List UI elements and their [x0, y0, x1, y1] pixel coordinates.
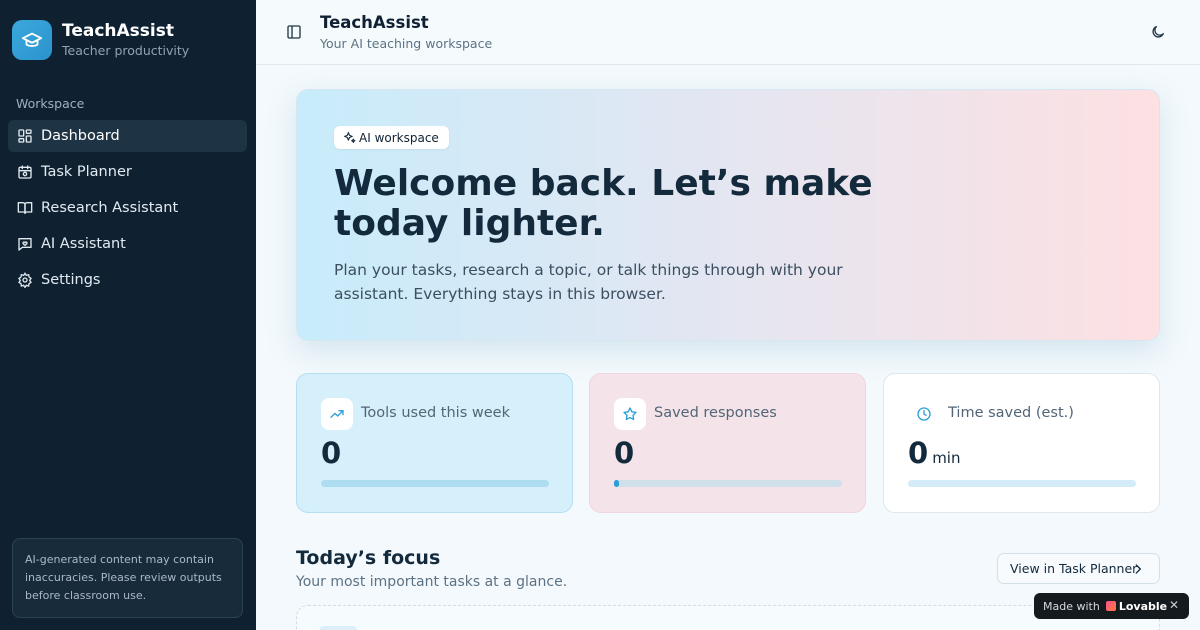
stat-label: Tools used this week: [361, 405, 510, 421]
clock-icon: [908, 398, 940, 430]
sidebar-item-ai-assistant[interactable]: AI Assistant: [8, 228, 247, 260]
hero-title: Welcome back. Let’s make today lighter.: [334, 163, 873, 244]
graduation-cap-icon: [12, 20, 52, 60]
stat-value: 0: [614, 436, 635, 470]
made-with-badge[interactable]: Made with Lovable ✕: [1034, 593, 1189, 619]
task-placeholder: [319, 626, 357, 630]
stat-label: Saved responses: [654, 405, 777, 421]
brand-subtitle: Teacher productivity: [62, 43, 190, 58]
stat-unit: min: [932, 449, 961, 467]
hero-description: Plan your tasks, research a topic, or ta…: [334, 261, 843, 303]
focus-task-list: [296, 605, 1160, 630]
lovable-logo-icon: [1105, 601, 1116, 611]
stat-card-time-saved: Time saved (est.) 0 min: [883, 373, 1160, 513]
sidebar-item-label: Task Planner: [41, 164, 132, 180]
chevron-right-icon: [1131, 562, 1145, 576]
brand-title: TeachAssist: [62, 21, 174, 41]
progress-bar: [908, 480, 1136, 487]
chat-bubble-icon: [17, 236, 33, 252]
sidebar-toggle-icon[interactable]: [286, 24, 302, 40]
sidebar-item-label: Dashboard: [41, 128, 120, 144]
stat-card-tools-used: Tools used this week 0: [296, 373, 573, 513]
brand[interactable]: TeachAssist Teacher productivity: [12, 20, 189, 60]
gear-icon: [17, 272, 33, 288]
sidebar: TeachAssist Teacher productivity Workspa…: [0, 0, 256, 630]
sidebar-section-label: Workspace: [16, 96, 85, 111]
stat-value: 0 min: [908, 436, 961, 470]
page-subtitle: Your AI teaching workspace: [320, 36, 493, 51]
sidebar-item-task-planner[interactable]: Task Planner: [8, 156, 247, 188]
progress-fill: [614, 480, 619, 487]
top-bar: TeachAssist Your AI teaching workspace: [256, 0, 1200, 65]
progress-bar: [614, 480, 842, 487]
sparkles-icon: [343, 131, 356, 144]
button-label: View in Task Planner: [1010, 561, 1138, 576]
star-icon: [614, 398, 646, 430]
welcome-hero: AI workspace Welcome back. Let’s make to…: [296, 89, 1160, 341]
close-icon[interactable]: ✕: [1169, 598, 1179, 612]
sidebar-item-label: AI Assistant: [41, 236, 126, 252]
made-with-label: Made with: [1043, 599, 1100, 613]
focus-title: Today’s focus: [296, 547, 441, 569]
book-open-icon: [17, 200, 33, 216]
sidebar-item-label: Settings: [41, 272, 101, 288]
sidebar-nav: Dashboard Task Planner Research Assistan…: [8, 120, 247, 300]
badge-label: AI workspace: [359, 130, 439, 145]
stat-label: Time saved (est.): [948, 405, 1074, 421]
focus-subtitle: Your most important tasks at a glance.: [296, 574, 568, 590]
sidebar-item-label: Research Assistant: [41, 200, 179, 216]
trending-up-icon: [321, 398, 353, 430]
moon-icon[interactable]: [1150, 24, 1166, 40]
dashboard-icon: [17, 128, 33, 144]
calendar-icon: [17, 164, 33, 180]
sidebar-item-settings[interactable]: Settings: [8, 264, 247, 296]
view-in-task-planner-button[interactable]: View in Task Planner: [997, 553, 1160, 584]
progress-bar: [321, 480, 549, 487]
sidebar-item-dashboard[interactable]: Dashboard: [8, 120, 247, 152]
stat-value: 0: [321, 436, 342, 470]
ai-workspace-badge: AI workspace: [334, 126, 449, 149]
page-title: TeachAssist: [320, 13, 429, 32]
stat-card-saved-responses: Saved responses 0: [589, 373, 866, 513]
made-with-brand: Lovable: [1118, 599, 1168, 613]
ai-disclaimer: AI-generated content may contain inaccur…: [12, 538, 243, 618]
sidebar-item-research-assistant[interactable]: Research Assistant: [8, 192, 247, 224]
